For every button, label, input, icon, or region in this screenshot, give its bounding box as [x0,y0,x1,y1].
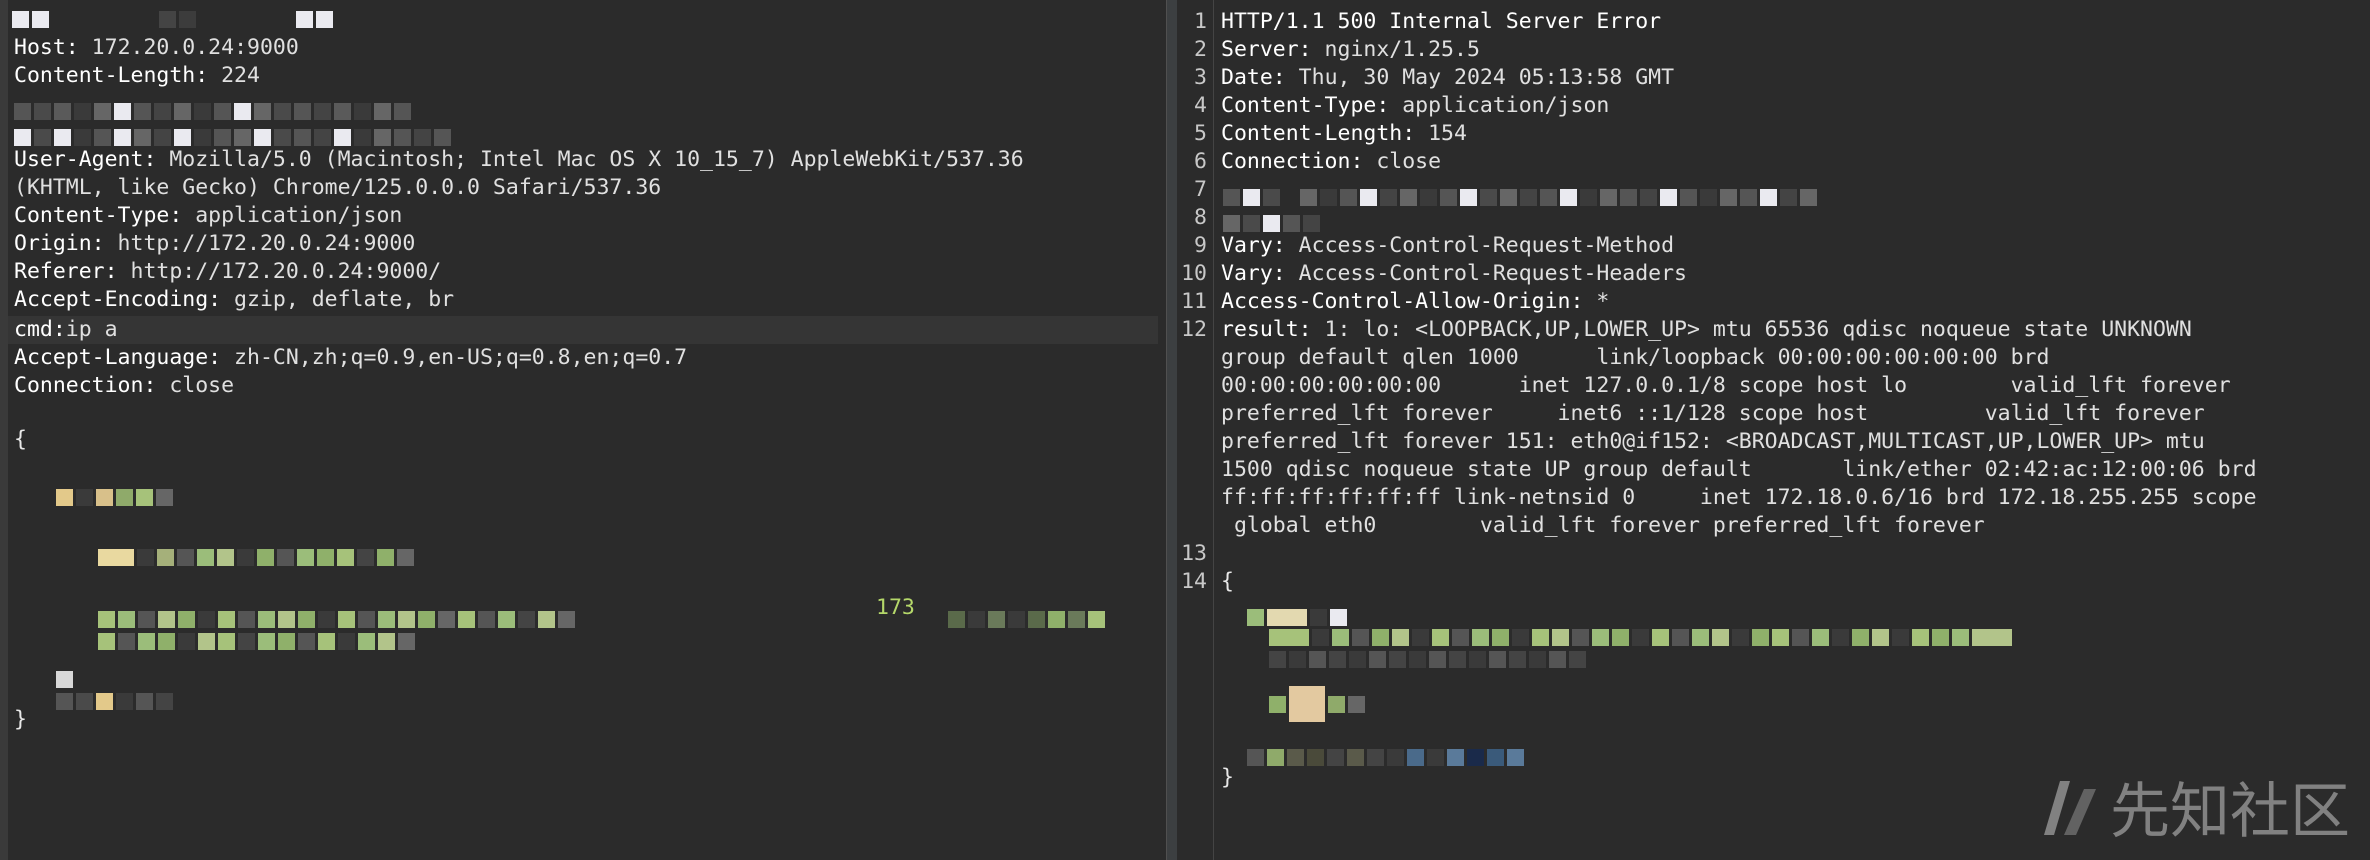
redacted-block [12,6,336,31]
logo-icon [2044,780,2096,835]
request-header-line: Accept-Encoding: gzip, deflate, br [14,287,455,312]
json-value-fragment: 173 [876,595,915,620]
json-open-brace: { [1221,569,1234,594]
line-number: 10 [1181,261,1207,286]
result-continuation: 00:00:00:00:00:00 inet 127.0.0.1/8 scope… [1221,373,2231,398]
request-header-line: Content-Type: application/json [14,203,403,228]
response-header-line: Date: Thu, 30 May 2024 05:13:58 GMT [1221,65,1675,90]
json-open-brace: { [14,427,27,452]
current-line-highlight [8,316,1158,344]
watermark-logo: 先知社区 [2040,763,2350,850]
request-header-line: Referer: http://172.20.0.24:9000/ [14,259,442,284]
response-header-line: Vary: Access-Control-Request-Headers [1221,261,1688,286]
result-continuation: global eth0 valid_lft forever preferred_… [1221,513,1985,538]
redacted-block [1269,686,1368,722]
result-continuation: preferred_lft forever 151: eth0@if152: <… [1221,429,2205,454]
line-number: 11 [1181,289,1207,314]
request-header-line: Host: 172.20.0.24:9000 [14,35,299,60]
line-number: 3 [1194,65,1207,90]
request-header-line: Accept-Language: zh-CN,zh;q=0.9,en-US;q=… [14,345,688,370]
response-viewer[interactable]: 1 HTTP/1.1 500 Internal Server Error 2 S… [1177,0,2370,860]
redacted-block [1269,646,1589,671]
request-header-line: Origin: http://172.20.0.24:9000 [14,231,416,256]
result-continuation: ff:ff:ff:ff:ff:ff link-netnsid 0 inet 17… [1221,485,2257,510]
request-header-line: User-Agent: Mozilla/5.0 (Macintosh; Inte… [14,147,1024,172]
line-number: 2 [1194,37,1207,62]
response-header-line: Access-Control-Allow-Origin: * [1221,289,1610,314]
response-header-line: Connection: close [1221,149,1442,174]
line-number: 8 [1194,205,1207,230]
response-header-line: Content-Length: 154 [1221,121,1467,146]
line-number: 14 [1181,569,1207,594]
redacted-block [56,484,176,509]
status-line: HTTP/1.1 500 Internal Server Error [1221,9,1662,34]
request-editor[interactable]: Host: 172.20.0.24:9000 Content-Length: 2… [0,0,1166,860]
request-header-line: Connection: close [14,373,235,398]
response-header-line: Vary: Access-Control-Request-Method [1221,233,1675,258]
line-number: 7 [1194,177,1207,202]
line-number: 6 [1194,149,1207,174]
response-header-line: Content-Type: application/json [1221,93,1610,118]
line-number: 13 [1181,541,1207,566]
result-header-line: result: 1: lo: <LOOPBACK,UP,LOWER_UP> mt… [1221,317,2192,342]
response-header-line: Server: nginx/1.25.5 [1221,37,1480,62]
line-number: 4 [1194,93,1207,118]
redacted-block [56,688,176,713]
request-header-line: (KHTML, like Gecko) Chrome/125.0.0.0 Saf… [14,175,662,200]
result-continuation: group default qlen 1000 link/loopback 00… [1221,345,2050,370]
request-header-line: Content-Length: 224 [14,63,260,88]
line-number: 1 [1194,9,1207,34]
cmd-header-line[interactable]: cmd:ip a [14,316,118,344]
line-number: 5 [1194,121,1207,146]
line-number: 12 [1181,317,1207,342]
result-continuation: 1500 qdisc noqueue state UP group defaul… [1221,457,2257,482]
redacted-block [1223,184,1820,209]
line-number: 9 [1194,233,1207,258]
redacted-block [948,606,1108,631]
redacted-block [1247,744,1527,769]
json-close-brace: } [1221,765,1234,790]
json-close-brace: } [14,707,27,732]
redacted-block [14,98,414,123]
watermark-text: 先知社区 [2110,777,2350,847]
redacted-block [98,628,418,653]
result-continuation: preferred_lft forever inet6 ::1/128 scop… [1221,401,2205,426]
redacted-block [98,544,417,569]
